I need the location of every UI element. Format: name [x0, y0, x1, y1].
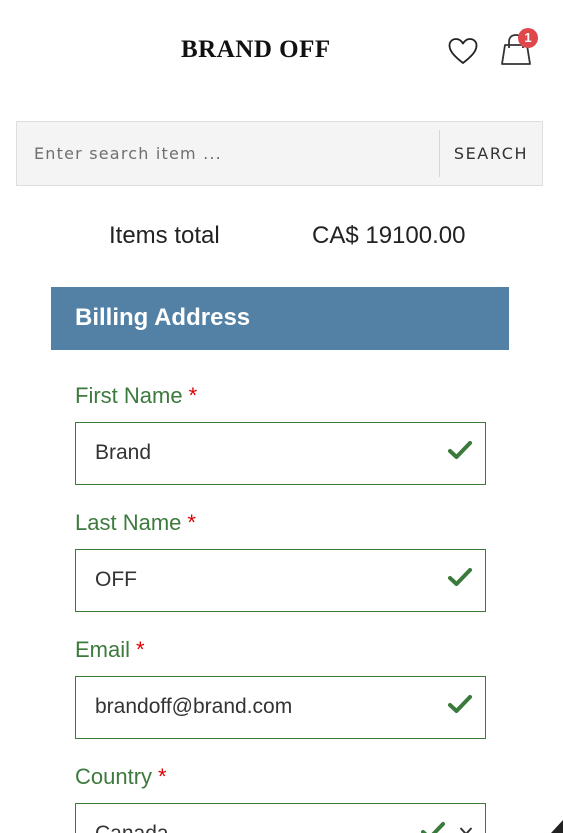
required-asterisk: *	[188, 383, 198, 408]
checkmark-icon	[448, 568, 472, 586]
search-bar: SEARCH	[16, 121, 543, 186]
search-input[interactable]	[17, 122, 439, 185]
required-asterisk: *	[158, 764, 167, 789]
items-total-label: Items total	[109, 222, 220, 249]
email-label-text: Email	[75, 637, 131, 662]
checkmark-icon	[448, 695, 472, 713]
last-name-label: Last Name *	[75, 510, 196, 536]
checkmark-icon	[448, 441, 472, 459]
billing-address-header: Billing Address	[51, 287, 509, 350]
email-field	[75, 676, 486, 739]
email-label: Email *	[75, 637, 145, 663]
wishlist-button[interactable]	[446, 35, 480, 67]
cart-count-badge: 1	[518, 28, 538, 48]
required-asterisk: *	[136, 637, 145, 662]
search-button[interactable]: SEARCH	[440, 122, 542, 185]
site-header: BRAND OFF 1	[0, 0, 563, 100]
last-name-input[interactable]	[76, 550, 436, 610]
last-name-label-text: Last Name	[75, 510, 182, 535]
first-name-label: First Name *	[75, 383, 197, 409]
country-select[interactable]	[75, 803, 486, 833]
brand-logo[interactable]: BRAND OFF	[181, 36, 331, 64]
checkmark-icon	[421, 822, 445, 833]
items-total-value: CA$ 19100.00	[312, 222, 466, 249]
scroll-corner-icon	[551, 820, 563, 833]
cart-button[interactable]: 1	[498, 28, 542, 68]
items-total-row: Items total CA$ 19100.00	[0, 222, 563, 256]
email-input[interactable]	[76, 677, 436, 737]
country-label-text: Country	[75, 764, 153, 789]
last-name-field	[75, 549, 486, 612]
country-label: Country *	[75, 764, 167, 790]
heart-icon	[448, 38, 478, 64]
first-name-label-text: First Name	[75, 383, 183, 408]
required-asterisk: *	[187, 510, 196, 535]
first-name-field	[75, 422, 486, 485]
chevron-down-icon[interactable]	[459, 826, 473, 833]
country-select-value[interactable]	[76, 804, 436, 833]
billing-address-title: Billing Address	[75, 304, 251, 331]
first-name-input[interactable]	[76, 423, 436, 483]
